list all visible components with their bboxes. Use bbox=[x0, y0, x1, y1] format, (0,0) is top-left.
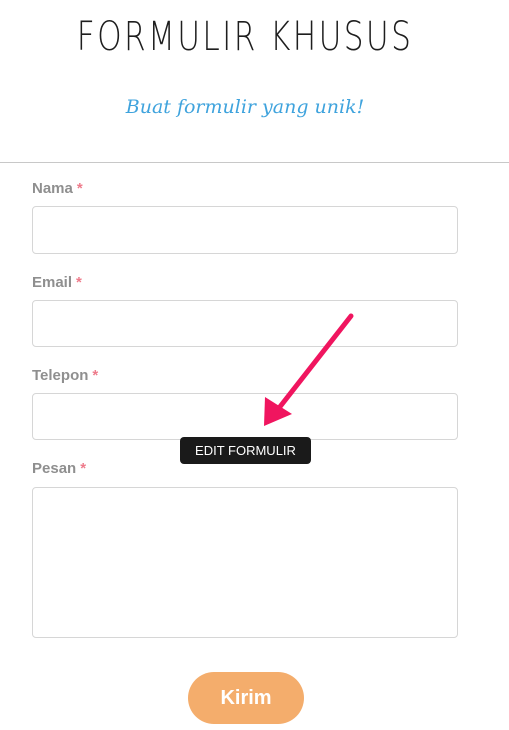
message-field[interactable] bbox=[32, 487, 458, 638]
message-label: Pesan * bbox=[32, 460, 86, 477]
submit-button[interactable]: Kirim bbox=[188, 672, 304, 724]
message-required-marker: * bbox=[80, 460, 87, 477]
name-required-marker: * bbox=[76, 180, 83, 197]
name-field[interactable] bbox=[32, 206, 458, 254]
phone-label: Telepon * bbox=[32, 367, 98, 384]
name-label-text: Nama bbox=[32, 180, 73, 197]
name-label: Nama * bbox=[32, 180, 83, 197]
phone-label-text: Telepon bbox=[32, 367, 89, 384]
message-label-text: Pesan bbox=[32, 460, 77, 477]
form-title: FORMULIR KHUSUS bbox=[76, 14, 414, 60]
email-label: Email * bbox=[32, 274, 82, 291]
edit-form-tooltip[interactable]: EDIT FORMULIR bbox=[180, 437, 311, 464]
email-required-marker: * bbox=[76, 274, 82, 291]
header-divider bbox=[0, 162, 509, 163]
form-subtitle: Buat formulir yang unik! bbox=[125, 96, 365, 118]
phone-field[interactable] bbox=[32, 393, 458, 440]
phone-required-marker: * bbox=[92, 367, 99, 384]
email-field[interactable] bbox=[32, 300, 458, 347]
email-label-text: Email bbox=[32, 274, 73, 291]
